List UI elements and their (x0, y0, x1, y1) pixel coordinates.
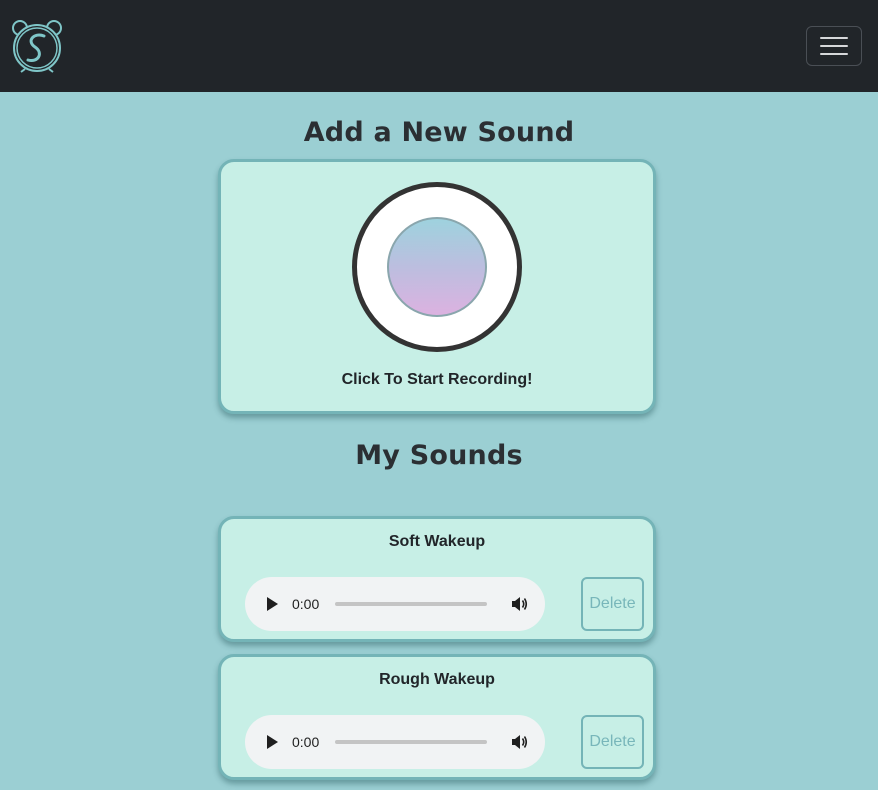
audio-progress-slider[interactable] (335, 740, 487, 744)
volume-icon[interactable] (510, 733, 528, 751)
record-instruction: Click To Start Recording! (341, 371, 533, 388)
audio-time: 0:00 (292, 734, 320, 750)
sound-name: Soft Wakeup (388, 533, 486, 550)
audio-progress-slider[interactable] (335, 602, 487, 606)
record-card: Click To Start Recording! (218, 159, 656, 414)
volume-icon[interactable] (510, 595, 528, 613)
navbar-toggle-button[interactable] (806, 26, 862, 66)
sound-card: Soft Wakeup 0:00 Delete (218, 516, 656, 642)
play-icon[interactable] (265, 597, 279, 611)
sound-card: Rough Wakeup 0:00 Delete (218, 654, 656, 780)
audio-time: 0:00 (292, 596, 320, 612)
record-button[interactable] (352, 182, 522, 352)
audio-player[interactable]: 0:00 (245, 715, 545, 769)
record-button-inner[interactable] (387, 217, 487, 317)
navbar (0, 0, 878, 92)
alarm-clock-logo-icon[interactable] (10, 19, 64, 73)
delete-button[interactable]: Delete (581, 715, 644, 769)
audio-player[interactable]: 0:00 (245, 577, 545, 631)
add-sound-title: Add a New Sound (303, 117, 575, 148)
my-sounds-title: My Sounds (355, 440, 523, 471)
hamburger-menu-icon (820, 37, 848, 55)
sound-name: Rough Wakeup (379, 671, 495, 688)
delete-button[interactable]: Delete (581, 577, 644, 631)
play-icon[interactable] (265, 735, 279, 749)
